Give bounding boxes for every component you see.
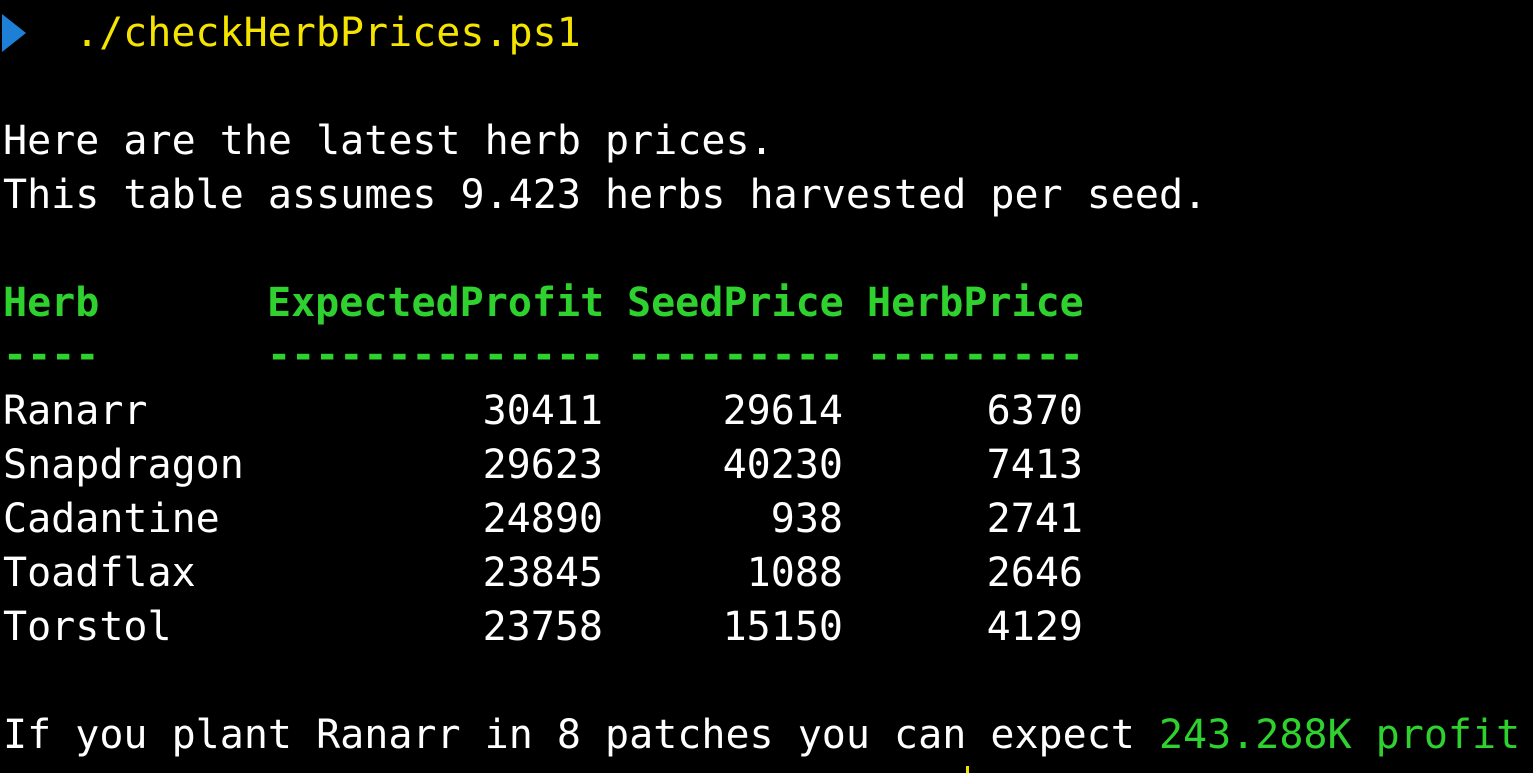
table-row: Snapdragon 29623 40230 7413 xyxy=(3,438,1203,492)
cell-herb: Snapdragon xyxy=(3,442,244,488)
table-row: Ranarr 30411 29614 6370 xyxy=(3,384,1203,438)
header-herb: Herb xyxy=(3,280,100,326)
summary-line: If you plant Ranarr in 8 patches you can… xyxy=(3,708,1520,762)
separator-seed-price: --------- xyxy=(627,332,844,378)
cell-herb: Ranarr xyxy=(3,388,148,434)
summary-prefix: If you plant Ranarr in 8 patches you can… xyxy=(3,712,1159,758)
table-row: Torstol 23758 15150 4129 xyxy=(3,600,1203,654)
summary-profit-highlight: 243.288K profit xyxy=(1158,712,1521,758)
cell-expected-profit: 30411 xyxy=(482,388,603,434)
text-cursor xyxy=(966,766,969,773)
cell-expected-profit: 23758 xyxy=(482,604,603,650)
cell-herb: Cadantine xyxy=(3,496,220,542)
cell-herb-price: 2646 xyxy=(986,550,1083,596)
separator-herb: ---- xyxy=(3,332,100,378)
terminal-window[interactable]: ./checkHerbPrices.ps1 Here are the lates… xyxy=(0,0,1533,773)
cell-herb-price: 2741 xyxy=(986,496,1083,542)
header-seed-price: SeedPrice xyxy=(627,280,844,326)
cell-herb-price: 7413 xyxy=(986,442,1083,488)
cell-herb: Toadflax xyxy=(3,550,196,596)
table-row: Cadantine 24890 938 2741 xyxy=(3,492,1203,546)
cell-seed-price: 40230 xyxy=(722,442,843,488)
table-header: Herb ExpectedProfit SeedPrice HerbPrice xyxy=(3,276,1203,330)
separator-herb-price: --------- xyxy=(867,332,1084,378)
cell-expected-profit: 24890 xyxy=(482,496,603,542)
cell-herb-price: 6370 xyxy=(986,388,1083,434)
table-row: Toadflax 23845 1088 2646 xyxy=(3,546,1203,600)
cell-expected-profit: 29623 xyxy=(482,442,603,488)
separator-expected-profit: -------------- xyxy=(267,332,605,378)
cell-seed-price: 29614 xyxy=(722,388,843,434)
header-herb-price: HerbPrice xyxy=(867,280,1084,326)
cell-expected-profit: 23845 xyxy=(482,550,603,596)
cell-herb: Torstol xyxy=(3,604,172,650)
header-expected-profit: ExpectedProfit xyxy=(267,280,605,326)
prompt-command: ./checkHerbPrices.ps1 xyxy=(75,10,581,56)
cell-seed-price: 1088 xyxy=(746,550,843,596)
prompt-arrow-icon xyxy=(2,14,26,52)
cell-seed-price: 15150 xyxy=(722,604,843,650)
cell-herb-price: 4129 xyxy=(986,604,1083,650)
table-separator: ---- -------------- --------- --------- xyxy=(3,328,1203,382)
intro-line-1: Here are the latest herb prices. xyxy=(3,118,774,164)
cell-seed-price: 938 xyxy=(770,496,843,542)
intro-line-2: This table assumes 9.423 herbs harvested… xyxy=(3,172,1208,218)
